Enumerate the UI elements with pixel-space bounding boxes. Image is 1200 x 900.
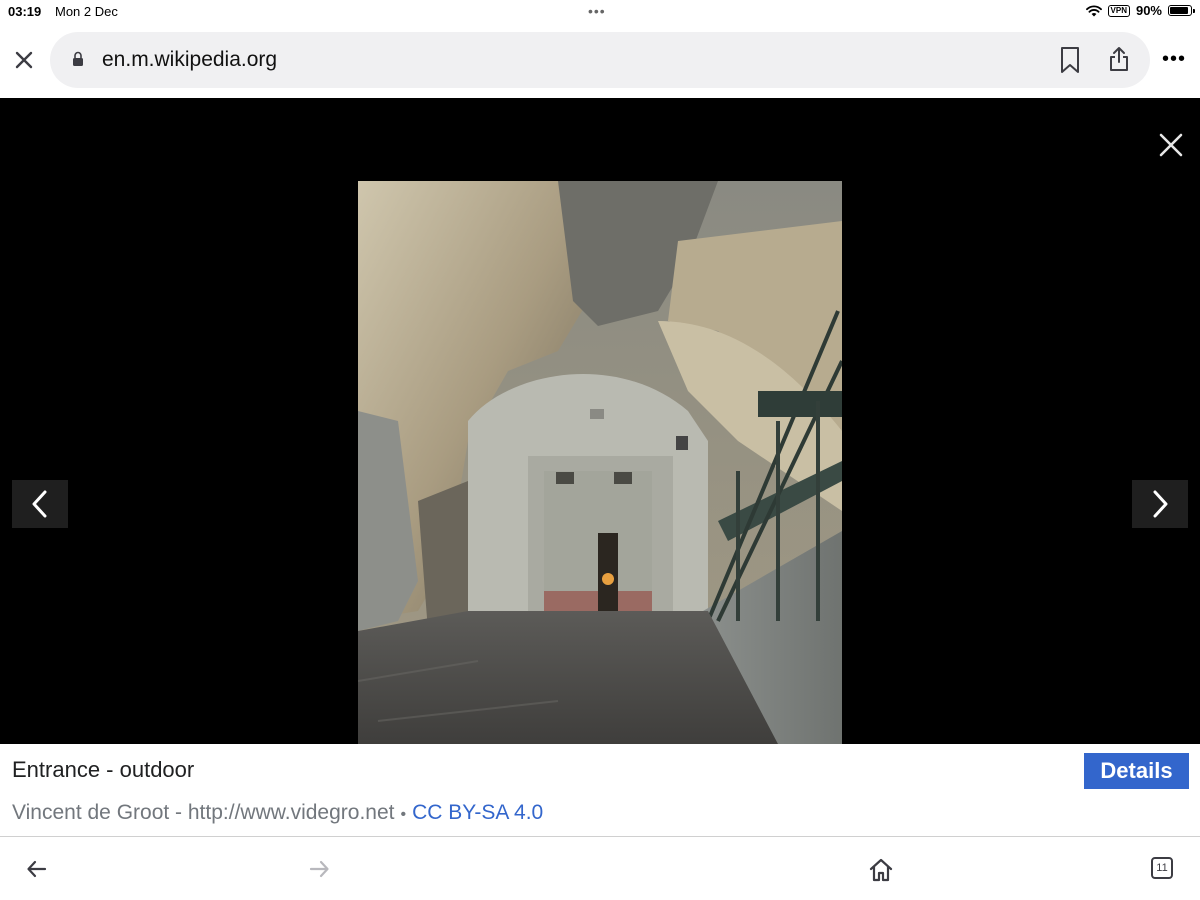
share-icon[interactable] [1108,45,1130,73]
image-caption-panel: Entrance - outdoor Details Vincent de Gr… [0,744,1200,837]
browser-address-row: en.m.wikipedia.org ••• [0,24,1200,98]
status-time: 03:19 [8,4,42,19]
previous-image-button[interactable] [12,480,68,528]
details-button[interactable]: Details [1084,753,1189,789]
home-icon[interactable] [868,857,894,883]
license-link[interactable]: CC BY-SA 4.0 [412,801,543,824]
tabs-icon[interactable]: 11 [1151,857,1173,879]
bunker-entrance-photo [358,181,842,744]
tabs-count: 11 [1156,862,1168,874]
image-viewer [0,98,1200,744]
chevron-right-icon [1153,490,1168,518]
status-date: Mon 2 Dec [55,4,118,19]
back-arrow-icon[interactable] [25,857,49,881]
image-title: Entrance - outdoor [12,757,195,782]
lock-icon [73,51,83,66]
status-bar: 03:19 Mon 2 Dec ••• VPN 90% [0,0,1200,24]
url-text[interactable]: en.m.wikipedia.org [102,48,277,72]
battery-icon [1168,5,1195,16]
next-image-button[interactable] [1132,480,1188,528]
bookmark-icon[interactable] [1059,46,1081,74]
image-author[interactable]: Vincent de Groot - http://www.videgro.ne… [12,801,394,824]
close-viewer-icon[interactable] [1158,132,1184,158]
browser-toolbar: 11 [0,837,1200,900]
credit-separator: • [400,806,407,823]
forward-arrow-icon[interactable] [307,857,331,881]
close-icon[interactable] [10,46,38,74]
more-icon[interactable]: ••• [1162,48,1186,71]
battery-percent: 90% [1135,3,1162,18]
vpn-badge: VPN [1107,4,1130,17]
multitasking-dots[interactable]: ••• [588,3,606,19]
chevron-left-icon [32,490,47,518]
address-bar[interactable]: en.m.wikipedia.org [50,32,1150,88]
image-credit: Vincent de Groot - http://www.videgro.ne… [12,801,543,825]
wifi-icon [1085,4,1102,16]
